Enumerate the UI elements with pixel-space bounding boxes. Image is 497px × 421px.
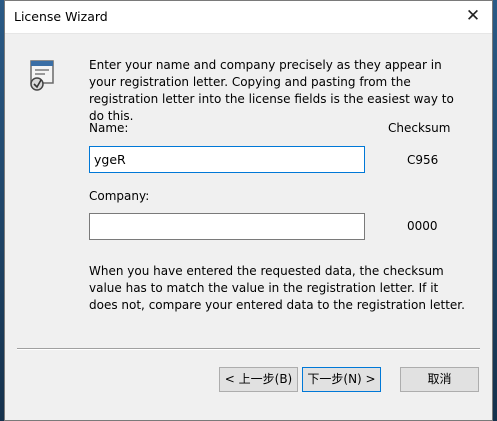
next-button[interactable]: 下一步(N) > xyxy=(302,367,381,392)
title-bar: License Wizard ✕ xyxy=(5,1,492,34)
checksum-header: Checksum xyxy=(388,121,451,135)
window-title: License Wizard xyxy=(14,9,108,24)
back-button-label: < 上一步(B) xyxy=(224,372,293,386)
company-input[interactable] xyxy=(89,213,365,240)
company-label: Company: xyxy=(89,189,150,203)
wizard-icon xyxy=(30,60,54,91)
divider xyxy=(17,348,480,350)
cancel-button[interactable]: 取消 xyxy=(400,367,479,392)
cancel-button-label: 取消 xyxy=(427,372,452,386)
close-icon[interactable]: ✕ xyxy=(460,3,486,29)
license-wizard-dialog: License Wizard ✕ Enter your name and com… xyxy=(4,0,493,421)
checksum-note-text: When you have entered the requested data… xyxy=(89,264,465,312)
name-label: Name: xyxy=(89,121,129,135)
back-button[interactable]: < 上一步(B) xyxy=(219,367,298,392)
next-button-label: 下一步(N) > xyxy=(307,372,376,386)
company-checksum-value: 0000 xyxy=(407,219,438,233)
name-input[interactable]: ygeR xyxy=(89,146,365,173)
name-checksum-value: C956 xyxy=(407,153,439,167)
intro-text: Enter your name and company precisely as… xyxy=(89,58,454,123)
